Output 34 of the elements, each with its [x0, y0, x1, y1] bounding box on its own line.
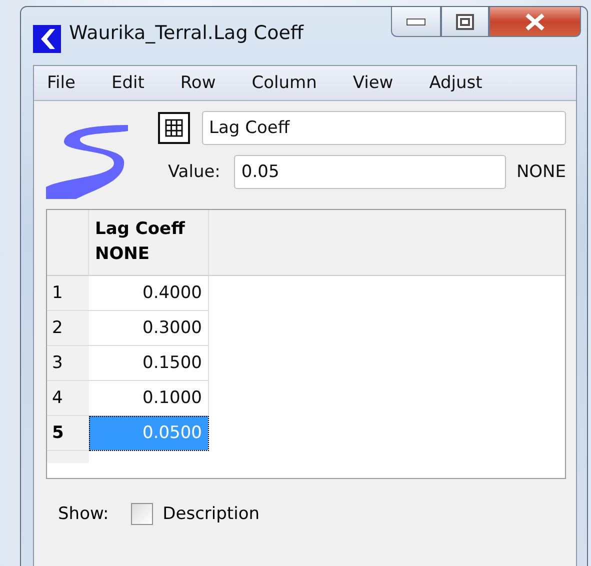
- row-header[interactable]: 2: [47, 311, 89, 346]
- description-checkbox[interactable]: [130, 503, 153, 525]
- value-field[interactable]: 0.05: [234, 155, 506, 189]
- close-button[interactable]: [489, 7, 581, 37]
- row-header[interactable]: 5: [47, 416, 89, 451]
- show-label: Show:: [58, 504, 109, 524]
- row-header[interactable]: 4: [47, 381, 89, 416]
- minimize-button[interactable]: [391, 7, 441, 37]
- name-field[interactable]: Lag Coeff: [202, 111, 566, 145]
- unit-label: NONE: [516, 162, 566, 182]
- minimize-icon: [406, 18, 426, 26]
- column-header[interactable]: Lag Coeff NONE: [89, 210, 209, 276]
- menu-item[interactable]: Row: [180, 73, 216, 93]
- table-cell[interactable]: 0.3000: [89, 311, 209, 346]
- table-cell[interactable]: 0.1500: [89, 346, 209, 381]
- row-header[interactable]: 1: [47, 276, 89, 311]
- maximize-icon: [456, 14, 474, 30]
- menu-item[interactable]: View: [352, 73, 394, 93]
- row-header[interactable]: 3: [47, 346, 89, 381]
- table-icon: [158, 112, 190, 144]
- table-cell[interactable]: 0.4000: [89, 276, 209, 311]
- menu-item[interactable]: File: [47, 73, 76, 93]
- menu-item[interactable]: Column: [252, 73, 317, 93]
- menu-item[interactable]: Edit: [111, 73, 144, 93]
- description-label: Description: [162, 504, 260, 524]
- menu-item[interactable]: Adjust: [429, 73, 482, 93]
- window-title: Waurika_Terral.Lag Coeff: [69, 22, 304, 44]
- value-label: Value:: [168, 162, 220, 182]
- table-cell[interactable]: 0.1000: [89, 381, 209, 416]
- close-icon: [524, 12, 546, 30]
- empty-row-header: [47, 451, 89, 463]
- app-logo-icon: [33, 25, 61, 53]
- corner-header: [47, 210, 89, 276]
- maximize-button[interactable]: [441, 7, 489, 37]
